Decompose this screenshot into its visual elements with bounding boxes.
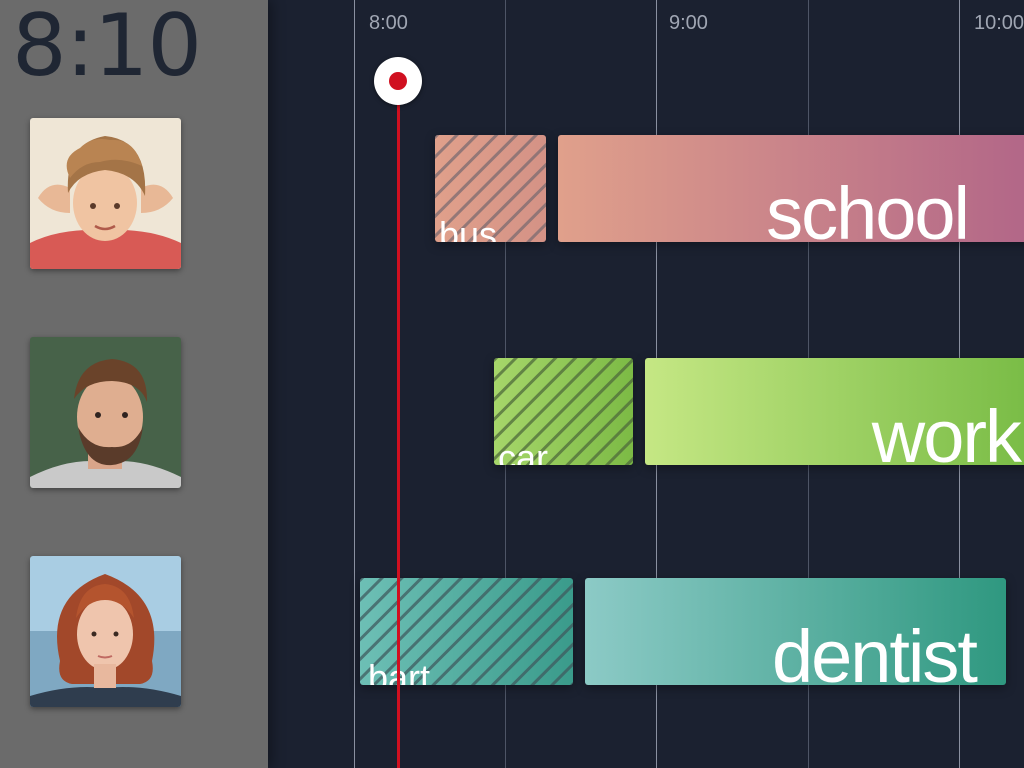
travel-block-car[interactable]: car [494, 358, 633, 465]
avatar-red-haired-woman[interactable] [30, 556, 181, 707]
event-block-dentist[interactable]: dentist [585, 578, 1006, 685]
event-label: dentist [771, 615, 978, 685]
event-label: work [871, 395, 1022, 465]
boy-avatar-image [30, 118, 181, 269]
event-block-work[interactable]: work [645, 358, 1024, 465]
red-haired-woman-avatar-image [30, 556, 181, 707]
travel-label: car [498, 437, 549, 465]
event-label: school [766, 172, 970, 242]
avatar-boy[interactable] [30, 118, 181, 269]
travel-block-bart[interactable]: bart [360, 578, 573, 685]
current-time-clock: 8:10 [12, 0, 202, 96]
travel-label: bus [439, 214, 498, 242]
bearded-man-avatar-image [30, 337, 181, 488]
time-label-8: 8:00 [369, 12, 408, 34]
time-label-10: 10:00 [974, 12, 1024, 34]
current-time-handle[interactable] [374, 57, 422, 105]
event-block-school[interactable]: school [558, 135, 1024, 242]
current-time-line [397, 80, 400, 768]
travel-block-bus[interactable]: bus [435, 135, 546, 242]
avatar-bearded-man[interactable] [30, 337, 181, 488]
hour-gridline-8 [354, 0, 355, 768]
time-label-9: 9:00 [669, 12, 708, 34]
people-sidebar: 8:10 [0, 0, 268, 768]
schedule-timeline[interactable]: 8:00 9:00 10:00 bus school car work bart… [268, 0, 1024, 768]
